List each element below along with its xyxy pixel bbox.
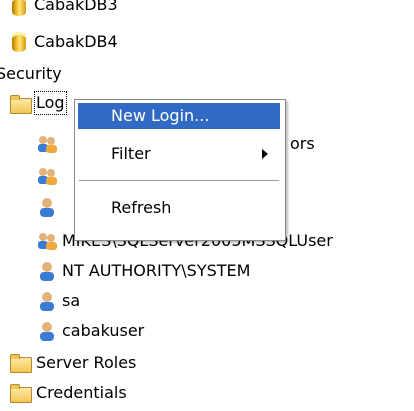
menu-item-label: New Login... — [111, 106, 210, 125]
tree-item-security[interactable]: Security — [0, 61, 200, 87]
tree-item-label: Log — [34, 91, 67, 115]
submenu-arrow-icon — [262, 149, 268, 159]
user-group-icon — [38, 168, 57, 185]
menu-item-filter[interactable]: Filter — [78, 141, 280, 167]
tree-item-label: sa — [62, 291, 81, 310]
tree-item-label: CabakDB3 — [34, 0, 118, 14]
user-icon — [40, 322, 54, 341]
context-menu: New Login... Filter Refresh — [74, 99, 286, 241]
tree-item-label: CabakDB4 — [34, 32, 118, 51]
tree-item-login[interactable]: sa — [0, 288, 200, 314]
tree-item-login[interactable]: NT AUTHORITY\SYSTEM — [0, 258, 320, 284]
tree-item-cabakdb3[interactable]: CabakDB3 — [0, 0, 200, 18]
folder-icon — [10, 384, 32, 403]
user-icon — [40, 198, 54, 217]
database-icon — [12, 0, 26, 16]
tree-item-label: Credentials — [36, 383, 127, 402]
database-icon — [12, 32, 26, 52]
menu-item-label: Filter — [111, 144, 151, 163]
menu-item-label: Refresh — [111, 198, 172, 217]
user-group-icon — [38, 233, 57, 250]
tree-item-login-group-2[interactable] — [0, 163, 80, 189]
tree-item-label: cabakuser — [62, 321, 145, 340]
folder-icon — [10, 354, 32, 373]
user-icon — [40, 292, 54, 311]
tree-item-server-roles[interactable]: Server Roles — [0, 350, 200, 376]
user-group-icon — [38, 136, 57, 153]
tree-item-label: NT AUTHORITY\SYSTEM — [62, 261, 251, 280]
tree-item-login-user[interactable] — [0, 194, 80, 220]
folder-icon — [10, 95, 32, 114]
tree-item-label: Security — [0, 64, 62, 83]
tree-item-login[interactable]: cabakuser — [0, 318, 200, 344]
tree-item-label: Server Roles — [36, 353, 137, 372]
tree-item-label: ors — [290, 134, 315, 153]
menu-item-new-login[interactable]: New Login... — [78, 103, 280, 129]
menu-separator — [79, 180, 279, 182]
tree-item-credentials[interactable]: Credentials — [0, 380, 200, 406]
user-icon — [40, 262, 54, 281]
tree-item-cabakdb4[interactable]: CabakDB4 — [0, 29, 200, 55]
menu-item-refresh[interactable]: Refresh — [78, 195, 280, 221]
